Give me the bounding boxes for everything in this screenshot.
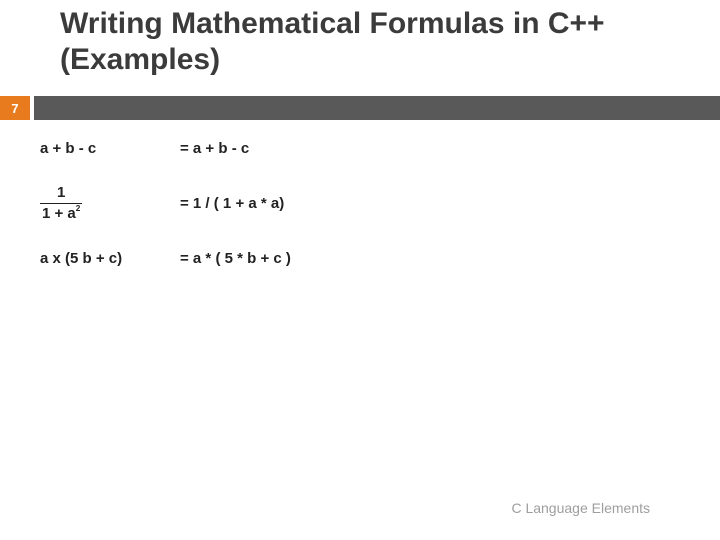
examples-area: a + b - c = a + b - c 1 1 + a2 = 1 / ( 1… (40, 140, 680, 295)
fraction-denominator: 1 + a2 (40, 203, 82, 223)
code-expression: = 1 / ( 1 + a * a) (180, 195, 284, 212)
example-row: a x (5 b + c) = a * ( 5 * b + c ) (40, 250, 680, 267)
footer-text: C Language Elements (511, 500, 650, 516)
page-number-chip: 7 (0, 96, 30, 120)
fraction: 1 1 + a2 (40, 185, 82, 222)
divider-bar (34, 96, 720, 120)
denominator-exponent: 2 (76, 204, 81, 213)
example-row: a + b - c = a + b - c (40, 140, 680, 157)
example-row: 1 1 + a2 = 1 / ( 1 + a * a) (40, 185, 680, 222)
slide-title: Writing Mathematical Formulas in C++ (Ex… (60, 6, 680, 78)
code-expression: = a + b - c (180, 140, 249, 157)
denominator-base: 1 + a (42, 205, 76, 222)
math-expression: 1 1 + a2 (40, 185, 180, 222)
fraction-numerator: 1 (55, 185, 67, 203)
math-expression: a x (5 b + c) (40, 250, 180, 267)
divider-row: 7 (0, 96, 720, 120)
math-expression: a + b - c (40, 140, 180, 157)
code-expression: = a * ( 5 * b + c ) (180, 250, 291, 267)
